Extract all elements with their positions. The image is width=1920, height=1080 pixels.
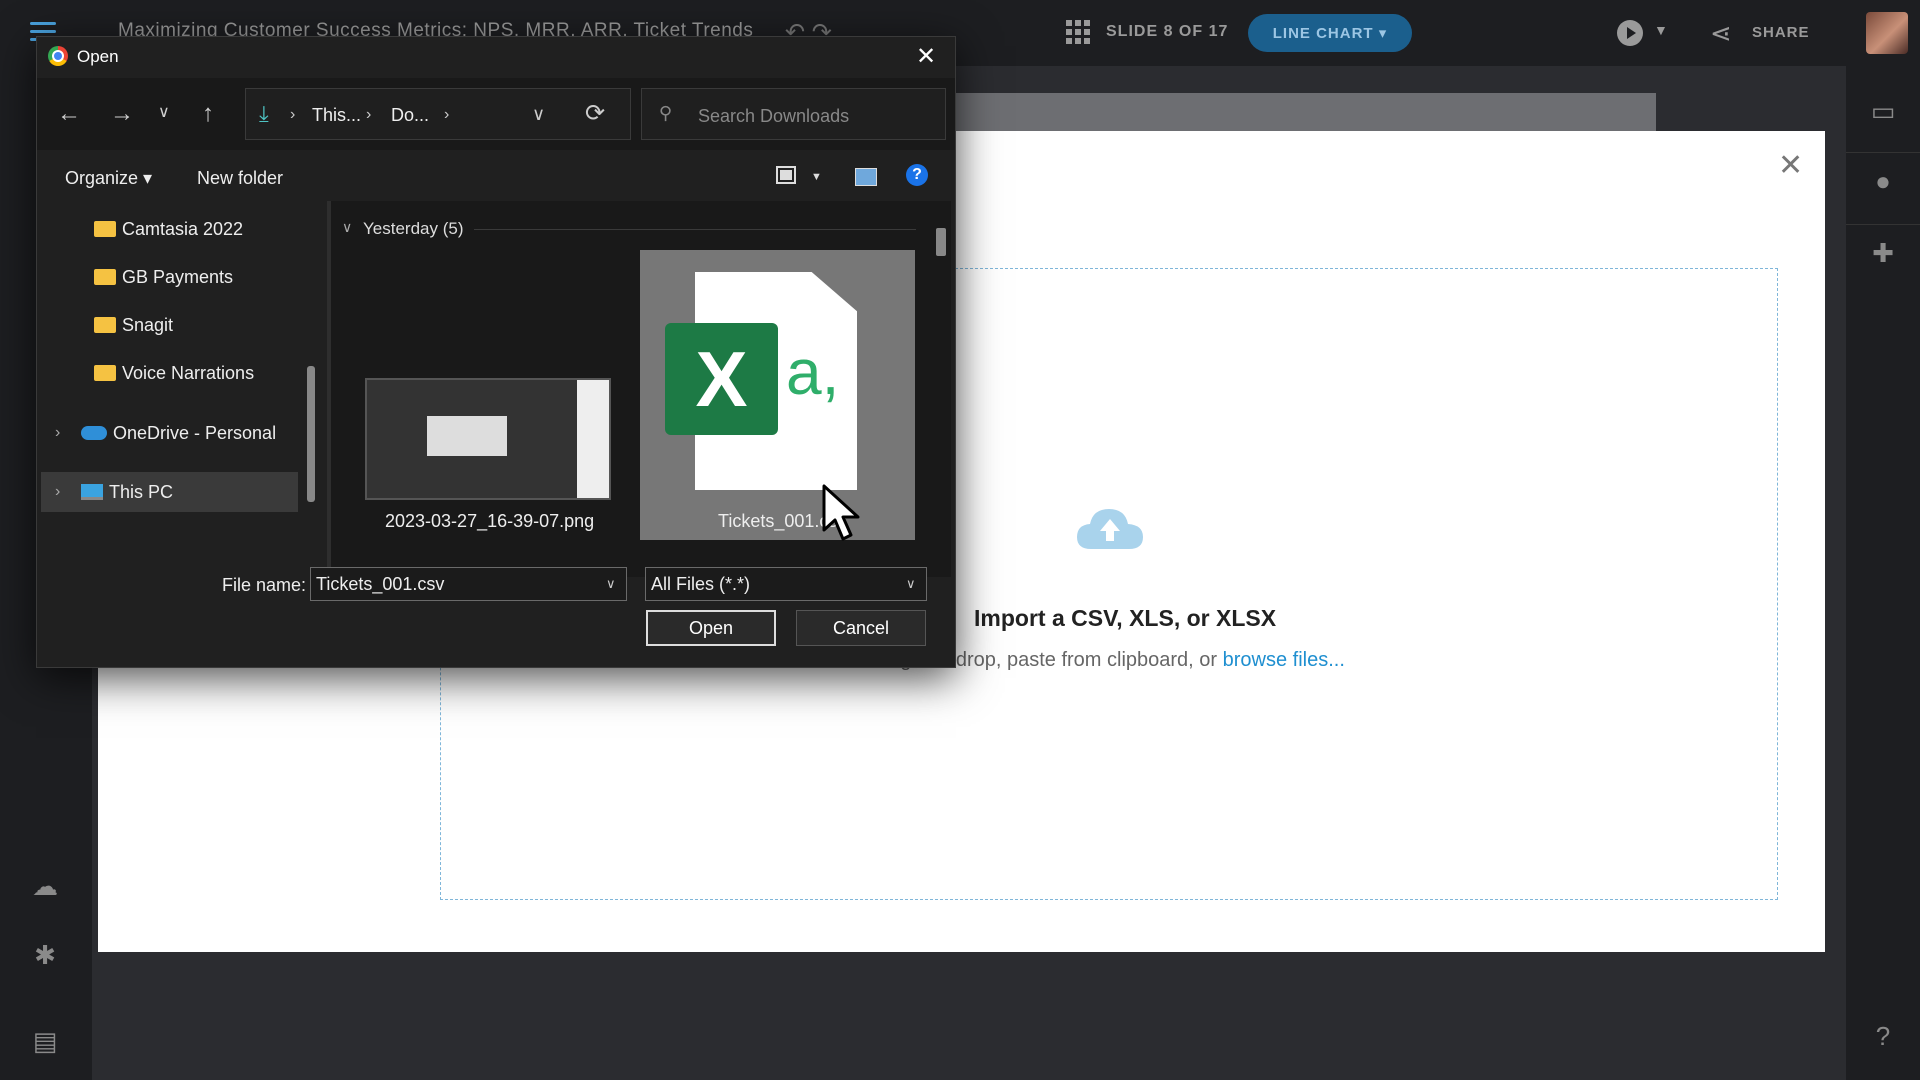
account-icon[interactable]: ● <box>1866 166 1900 200</box>
new-folder-button[interactable]: New folder <box>197 168 283 189</box>
tree-item-label: Voice Narrations <box>122 363 255 383</box>
address-bar[interactable] <box>245 88 631 140</box>
cloud-download-icon[interactable]: ☁ <box>28 871 62 901</box>
folder-icon <box>94 269 116 285</box>
recent-locations-chevron-icon[interactable]: ∨ <box>158 102 170 122</box>
tree-item-label: GB Payments <box>122 267 234 287</box>
file-list-scrollbar[interactable] <box>936 228 946 256</box>
expand-chevron-icon[interactable]: › <box>55 483 60 501</box>
onedrive-icon <box>81 426 107 440</box>
open-button[interactable]: Open <box>646 610 776 646</box>
this-pc-icon <box>81 484 103 500</box>
help-icon[interactable]: ? <box>906 164 928 186</box>
file-name-chevron-icon[interactable]: ∨ <box>606 576 616 592</box>
tree-item-voice-narrations[interactable]: Voice Narrations <box>94 363 254 384</box>
tree-item-label: OneDrive - Personal <box>113 423 277 443</box>
share-icon[interactable]: ⋖ <box>1710 18 1732 49</box>
import-title: Import a CSV, XLS, or XLSX <box>974 605 1277 631</box>
cloud-upload-icon <box>1077 509 1143 549</box>
address-dropdown-chevron-icon[interactable]: ∨ <box>532 104 545 125</box>
view-options-chevron-icon[interactable]: ▼ <box>811 171 822 183</box>
cancel-button[interactable]: Cancel <box>796 610 926 646</box>
up-arrow-icon[interactable]: ↑ <box>202 100 214 128</box>
bug-icon[interactable]: ✱ <box>28 940 62 970</box>
tree-item-label: Snagit <box>122 315 174 335</box>
excel-icon: X <box>665 323 778 435</box>
organize-button[interactable]: Organize ▾ <box>65 168 152 189</box>
tree-item-onedrive[interactable]: OneDrive - Personal <box>81 423 276 444</box>
folder-icon <box>94 221 116 237</box>
close-icon[interactable]: ✕ <box>1778 148 1803 183</box>
panel-toggle-icon[interactable]: ▤ <box>28 1026 62 1056</box>
file-type-select[interactable]: All Files (*.*) <box>645 567 927 601</box>
file-name-label: File name: <box>222 575 307 595</box>
file-type-chevron-icon[interactable]: ∨ <box>906 576 916 592</box>
file-thumbnail-png[interactable] <box>365 378 611 500</box>
forward-arrow-icon[interactable]: → <box>110 100 134 128</box>
tree-item-snagit[interactable]: Snagit <box>94 315 173 336</box>
tree-item-label: This PC <box>109 482 174 502</box>
downloads-icon: ⤓ <box>259 101 269 126</box>
tree-item-this-pc[interactable]: This PC <box>81 482 173 503</box>
breadcrumb-separator: › <box>444 106 450 123</box>
comments-icon[interactable]: ▭ <box>1866 96 1900 130</box>
breadcrumb-this-pc[interactable]: This... <box>312 105 361 126</box>
mouse-pointer-icon <box>822 484 860 541</box>
tree-item-gb-payments[interactable]: GB Payments <box>94 267 233 288</box>
play-options-chevron-icon[interactable]: ▼ <box>1654 22 1668 38</box>
tree-item-camtasia-2022[interactable]: Camtasia 2022 <box>94 219 243 240</box>
close-icon[interactable]: ✕ <box>916 42 936 71</box>
chrome-icon <box>48 46 68 66</box>
refresh-icon[interactable]: ⟳ <box>585 99 605 128</box>
expand-chevron-icon[interactable]: › <box>55 424 60 442</box>
breadcrumb-separator: › <box>290 106 296 123</box>
right-sidebar: ▭ ● ✚ ? <box>1846 66 1920 1080</box>
browse-files-link[interactable]: browse files... <box>1223 649 1345 671</box>
folder-icon <box>94 317 116 333</box>
file-name-input[interactable]: Tickets_001.csv <box>310 567 627 601</box>
back-arrow-icon[interactable]: ← <box>57 100 81 128</box>
slide-grid-icon[interactable] <box>1066 20 1090 44</box>
search-icon: ⚲ <box>659 103 673 123</box>
preview-pane-icon[interactable] <box>855 168 877 186</box>
group-divider <box>474 229 916 230</box>
dialog-title: Open <box>77 47 119 66</box>
view-mode-icon[interactable] <box>776 166 796 184</box>
tree-scrollbar[interactable] <box>307 366 315 502</box>
breadcrumb-separator: › <box>366 106 372 123</box>
play-icon[interactable] <box>1617 20 1643 46</box>
slide-counter: SLIDE 8 OF 17 <box>1106 23 1229 40</box>
breadcrumb-downloads[interactable]: Do... <box>391 105 429 126</box>
add-user-icon[interactable]: ✚ <box>1866 238 1900 272</box>
file-label-png[interactable]: 2023-03-27_16-39-07.png <box>385 511 594 532</box>
share-button[interactable]: SHARE <box>1752 24 1810 41</box>
chart-type-button[interactable]: LINE CHART ▾ <box>1248 14 1412 52</box>
folder-icon <box>94 365 116 381</box>
background-slide-strip <box>950 93 1656 133</box>
tree-item-label: Camtasia 2022 <box>122 219 244 239</box>
search-placeholder: Search Downloads <box>698 106 850 126</box>
avatar[interactable] <box>1866 12 1908 54</box>
csv-glyph-icon: a, <box>786 336 840 408</box>
help-icon[interactable]: ? <box>1866 1021 1900 1055</box>
group-header[interactable]: Yesterday (5) <box>363 219 463 239</box>
collapse-chevron-icon[interactable]: ∨ <box>342 219 352 236</box>
navigation-tree <box>37 201 327 577</box>
